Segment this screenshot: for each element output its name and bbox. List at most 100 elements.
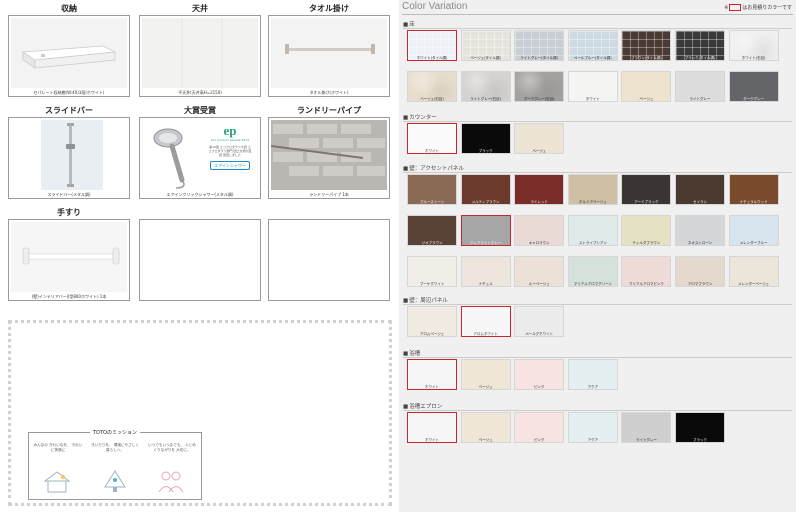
- option-title: 天井: [192, 4, 208, 13]
- swatch-label: クレアライトグレー: [469, 241, 502, 245]
- swatch-label: ダークグレー(石目): [523, 97, 555, 101]
- option-title: 収納: [61, 4, 77, 13]
- color-swatch[interactable]: メレンダーベージュ: [728, 256, 779, 287]
- option-title: 大賞受賞: [184, 106, 216, 115]
- color-swatch[interactable]: ホワイト: [407, 359, 457, 390]
- swatch-label: ナチュラルウッド: [739, 200, 768, 204]
- color-swatch[interactable]: ライトグレー(石目): [460, 71, 511, 102]
- color-swatch[interactable]: ブラック: [675, 412, 725, 443]
- color-swatch[interactable]: ナチュラルウッド: [728, 174, 779, 205]
- color-swatch[interactable]: アクア: [567, 412, 618, 443]
- color-swatch[interactable]: セイラン: [675, 174, 725, 205]
- color-swatch[interactable]: ベージュ: [460, 412, 511, 443]
- section-accent-panel-label: 壁：アクセントパネル: [403, 164, 464, 172]
- section-divider: [403, 172, 792, 173]
- color-swatch[interactable]: ネオストローン: [675, 215, 725, 246]
- swatch-label: マリアルアロマグリーン: [573, 282, 612, 286]
- color-swatch[interactable]: ダークグレー(石目): [514, 71, 565, 102]
- color-swatch[interactable]: ライトグレー: [675, 71, 725, 102]
- option-towel-bar[interactable]: タオル掛け タオル掛け(ホワイト): [268, 2, 390, 97]
- color-swatch[interactable]: マリアルアロマピンク: [621, 256, 672, 287]
- color-swatch[interactable]: アロムホワイト: [460, 306, 511, 337]
- color-swatch[interactable]: クレアライトグレー: [460, 215, 511, 246]
- swatch-label: ストライプシアン: [578, 241, 607, 245]
- color-swatch[interactable]: ベージュ: [621, 71, 672, 102]
- color-swatch[interactable]: メレンダーブルー: [728, 215, 779, 246]
- color-swatch[interactable]: ホワイト: [407, 412, 457, 443]
- color-swatch[interactable]: ブラウン(タイル調): [621, 30, 672, 61]
- option-slide-bar[interactable]: スライドバー スライドバー(メタル調): [8, 104, 130, 199]
- color-swatch[interactable]: ジオブラウン: [407, 215, 457, 246]
- option-handrail[interactable]: 手すり (壁)インテリアバー(I型800ホワイト) 1本: [8, 206, 130, 301]
- estimate-mark-icon: [729, 4, 742, 11]
- swatch-label: ペールグホワイト: [525, 332, 554, 336]
- option-title: タオル掛け: [309, 4, 349, 13]
- color-swatch[interactable]: アロマブラウン: [675, 256, 725, 287]
- color-swatch[interactable]: ナチュル: [460, 256, 511, 287]
- color-swatch[interactable]: ストライプシアン: [567, 215, 618, 246]
- color-swatch[interactable]: ライトグレー: [621, 412, 672, 443]
- swatch-label: ベージュ(タイル調): [470, 56, 501, 60]
- color-swatch[interactable]: ブラック: [460, 123, 511, 154]
- color-swatch[interactable]: ピンク: [514, 359, 565, 390]
- option-ceiling[interactable]: 天井 平天井(天井高H=2150): [139, 2, 261, 97]
- swatch-label: ベージュ: [532, 149, 547, 153]
- option-image-box: (壁)インテリアバー(I型800ホワイト) 1本: [8, 219, 130, 301]
- storage-shelf-image: [11, 18, 127, 88]
- color-swatch[interactable]: ホワイト: [567, 71, 618, 102]
- color-swatch[interactable]: ブラック(タイル調): [675, 30, 725, 61]
- swatch-label: ダークグレー: [743, 97, 765, 101]
- color-swatch[interactable]: ホワイト(石目): [728, 30, 779, 61]
- section-surround-panel-label: 壁：周辺パネル: [403, 296, 448, 304]
- option-caption: タオル掛け(ホワイト): [309, 90, 349, 95]
- color-swatch[interactable]: ブルーストーン: [407, 174, 457, 205]
- swatch-label: アロムベージュ: [419, 332, 445, 336]
- color-swatch[interactable]: キャロラウン: [514, 215, 565, 246]
- option-caption: スライドバー(メタル調): [47, 192, 91, 197]
- color-swatch[interactable]: ライトグレー(タイル調): [514, 30, 565, 61]
- color-swatch[interactable]: マリアルアロマグリーン: [567, 256, 618, 287]
- tree-icon: [104, 470, 126, 492]
- color-swatch[interactable]: ペールブルー(タイル調): [567, 30, 618, 61]
- color-swatch[interactable]: ホワイト: [407, 123, 457, 154]
- color-swatch[interactable]: ベージュ: [514, 123, 565, 154]
- towel-bar-image: [271, 18, 387, 88]
- swatch-label: ライトグレー: [689, 97, 711, 101]
- color-swatch[interactable]: ピンク: [514, 412, 565, 443]
- color-swatch[interactable]: アロムベージュ: [407, 306, 457, 337]
- color-swatch[interactable]: ダークグレー: [728, 71, 779, 102]
- handrail-image: [11, 222, 127, 292]
- color-swatch[interactable]: ホワイト(タイル調): [407, 30, 457, 61]
- color-swatch[interactable]: ベージュ(タイル調): [460, 30, 511, 61]
- color-swatch[interactable]: ブーケホワイト: [407, 256, 457, 287]
- option-award-shower[interactable]: 大賞受賞 ep eco product awards 2013 第10回 エコプ…: [139, 104, 261, 199]
- color-swatch[interactable]: ホルミアベージュ: [567, 174, 618, 205]
- color-swatch[interactable]: アーミブラック: [621, 174, 672, 205]
- color-swatch[interactable]: アクア: [567, 359, 618, 390]
- color-swatch[interactable]: ベージュ: [460, 359, 511, 390]
- color-swatch[interactable]: ルーベージュ: [514, 256, 565, 287]
- color-swatch[interactable]: ペールグホワイト: [514, 306, 565, 337]
- swatch-label: ベージュ: [478, 385, 493, 389]
- people-icon: [158, 471, 184, 493]
- color-swatch[interactable]: ティルダブラウン: [621, 215, 672, 246]
- color-swatch[interactable]: ラミレッド: [514, 174, 565, 205]
- section-divider: [403, 28, 792, 29]
- option-storage[interactable]: 収納 セパレート収納棚(W:40)3段(ホワイト): [8, 2, 130, 97]
- swatch-label: ホワイト: [425, 438, 439, 442]
- color-swatch[interactable]: メルティブラウン: [460, 174, 511, 205]
- swatch-label: ホルミアベージュ: [578, 200, 607, 204]
- color-swatch[interactable]: ベージュ(石目): [407, 71, 457, 102]
- swatch-label: ルーベージュ: [528, 282, 550, 286]
- swatch-label: ホワイト(石目): [741, 56, 766, 60]
- swatch-label: ブラック: [478, 149, 493, 153]
- award-subtitle: eco product awards 2013: [210, 138, 250, 142]
- swatch-label: メレンダーブルー: [739, 241, 768, 245]
- option-laundry-pipe[interactable]: ランドリーパイプ ランドリーパイプ 1本: [268, 104, 390, 199]
- swatch-label: ブラック(タイル調): [684, 56, 716, 60]
- toto-mission-box: TOTOのミッション みんなの きれいなを、 きれいに快適に きいたりを、 環境…: [28, 430, 202, 500]
- slide-bar-image: [11, 120, 127, 190]
- air-in-shower-badge: エアインシャワー: [210, 161, 250, 170]
- section-divider: [403, 357, 792, 358]
- section-counter-label: カウンター: [403, 113, 437, 121]
